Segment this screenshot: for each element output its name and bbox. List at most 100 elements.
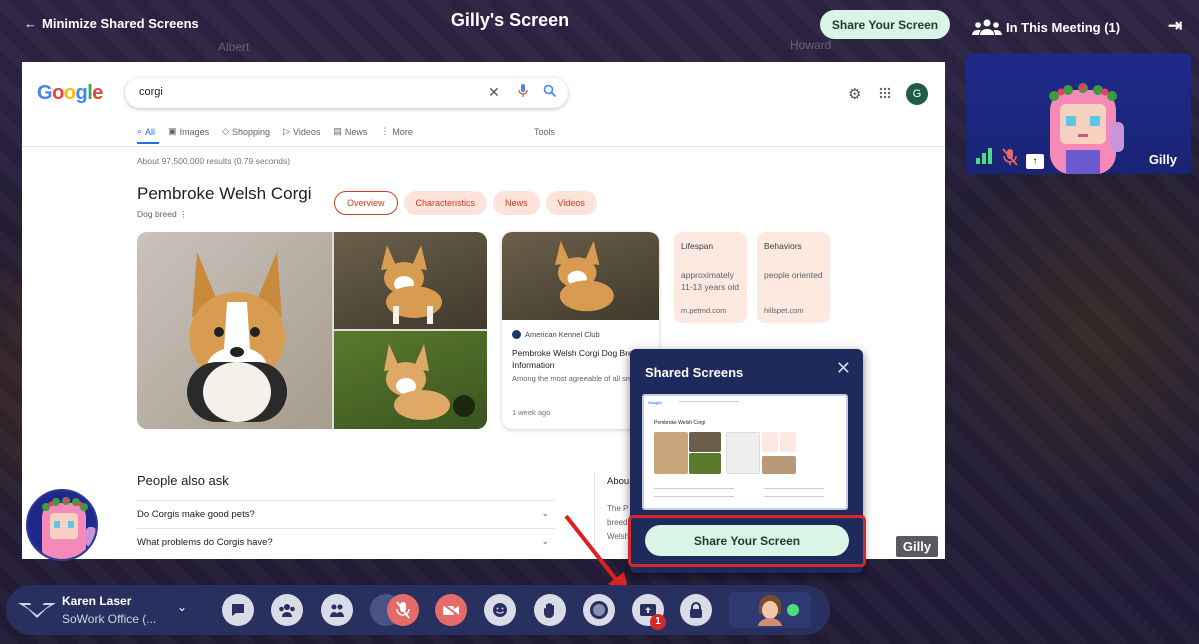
chip-videos[interactable]: Videos: [545, 191, 597, 215]
tab-more[interactable]: ⋮ More: [380, 126, 413, 137]
lock-button[interactable]: [680, 594, 712, 626]
chat-button[interactable]: [222, 594, 254, 626]
corgi-photo-top-right[interactable]: [334, 232, 487, 329]
minimize-shared-screens-link[interactable]: ← Minimize Shared Screens: [24, 16, 199, 31]
minimize-label: Minimize Shared Screens: [42, 16, 199, 31]
record-button[interactable]: [583, 594, 615, 626]
paa-item[interactable]: What problems do Corgis have? ⌄: [137, 528, 555, 556]
tab-all[interactable]: ⌕ All: [137, 126, 155, 137]
shared-screen-thumbnail[interactable]: Google Pembroke Welsh Corgi: [642, 394, 848, 510]
fact-label: Lifespan: [681, 241, 714, 251]
about-heading: Abou: [607, 476, 630, 487]
clear-search-icon[interactable]: ✕: [488, 84, 500, 101]
popover-title: Shared Screens: [645, 365, 744, 380]
contacts-icon: [330, 604, 344, 617]
people-group-icon: [972, 19, 1002, 35]
mic-muted-icon: [396, 601, 410, 619]
more-vert-icon: ⋮: [380, 126, 390, 136]
emoji-button[interactable]: [484, 594, 516, 626]
in-meeting-toggle[interactable]: In This Meeting (1): [972, 19, 1120, 35]
google-logo-mini: Google: [648, 400, 662, 405]
tab-shopping[interactable]: ◇ Shopping: [222, 126, 270, 137]
self-avatar[interactable]: [26, 489, 98, 561]
screen-share-indicator-icon: ↑: [1026, 154, 1044, 169]
thumb-image: [762, 456, 796, 474]
collapse-panel-icon[interactable]: ⇥: [1168, 16, 1182, 36]
chevron-down-icon[interactable]: ⌄: [177, 600, 187, 614]
tab-label: Images: [179, 126, 210, 137]
people-button[interactable]: [271, 594, 303, 626]
more-vert-icon[interactable]: ⋮: [179, 209, 188, 219]
search-icon: ⌕: [137, 126, 143, 136]
contacts-button[interactable]: [321, 594, 353, 626]
subtitle-text: Dog breed: [137, 209, 177, 219]
voice-search-icon[interactable]: [518, 83, 528, 99]
smile-icon: [493, 603, 507, 617]
raise-hand-button[interactable]: [534, 594, 566, 626]
hand-icon: [544, 602, 554, 618]
corgi-photo-bottom-right[interactable]: [334, 331, 487, 429]
camera-off-icon: [442, 603, 460, 617]
paa-item[interactable]: Do Corgis make good pets? ⌄: [137, 500, 555, 528]
chip-characteristics[interactable]: Characteristics: [403, 191, 488, 215]
account-avatar[interactable]: G: [906, 83, 928, 105]
image-icon: ▣: [168, 126, 177, 136]
tab-images[interactable]: ▣ Images: [168, 126, 209, 137]
chip-overview[interactable]: Overview: [334, 191, 398, 215]
participant-tile[interactable]: ↑ Gilly: [966, 54, 1191, 174]
thumb-fact: [762, 432, 778, 452]
corgi-photo: [381, 245, 442, 324]
share-your-screen-button[interactable]: Share Your Screen: [820, 10, 950, 39]
people-icon: [279, 604, 295, 617]
fact-value: approximately 11-13 years old: [681, 270, 739, 292]
gear-icon[interactable]: ⚙: [848, 85, 861, 103]
mic-muted-icon: [1002, 148, 1018, 166]
chip-news[interactable]: News: [493, 191, 540, 215]
tab-label: News: [344, 126, 368, 137]
chevron-down-icon: ⌄: [541, 508, 549, 518]
divider: [22, 146, 945, 147]
screen-owner-label: Gilly: [896, 536, 938, 557]
corgi-photo: [384, 344, 450, 420]
mic-toggle-button[interactable]: [387, 594, 419, 626]
tools-button[interactable]: Tools: [534, 127, 555, 137]
chevron-down-icon: ⌄: [541, 536, 549, 546]
thumb-image: [654, 432, 688, 474]
corgi-photo: [187, 252, 287, 422]
arrow-left-icon: ←: [24, 16, 37, 31]
apps-grid-icon[interactable]: [879, 87, 891, 99]
background-player-name: Howard: [790, 38, 832, 52]
image-expand-icon[interactable]: [453, 395, 475, 417]
lock-icon: [690, 601, 702, 618]
fact-card-behaviors[interactable]: Behaviors people oriented hillspet.com: [757, 232, 830, 323]
corgi-image-grid[interactable]: [137, 232, 487, 429]
camera-toggle-button[interactable]: [435, 594, 467, 626]
google-search-box[interactable]: corgi ✕: [125, 78, 568, 108]
google-logo: Google: [37, 82, 103, 104]
search-icon[interactable]: [543, 84, 557, 98]
participant-avatar: [1049, 83, 1124, 174]
card-source: American Kennel Club: [512, 330, 600, 339]
self-video-avatar: [758, 595, 782, 626]
corgi-photo-main[interactable]: [137, 232, 332, 429]
knowledge-panel-title: Pembroke Welsh Corgi: [137, 184, 312, 203]
record-icon: [590, 601, 608, 619]
search-query: corgi: [139, 86, 163, 98]
tab-news[interactable]: ▤ News: [333, 126, 367, 137]
popover-share-your-screen-button[interactable]: Share Your Screen: [645, 525, 849, 556]
corgi-photo: [554, 240, 614, 312]
card-source-name: American Kennel Club: [525, 330, 600, 339]
active-tab-indicator: [137, 142, 159, 144]
close-icon[interactable]: ✕: [836, 358, 851, 379]
online-status-dot: [787, 604, 799, 616]
tag-icon: ◇: [222, 126, 230, 136]
tab-videos[interactable]: ▷ Videos: [283, 126, 320, 137]
fact-card-lifespan[interactable]: Lifespan approximately 11-13 years old m…: [674, 232, 747, 323]
fact-source: hillspet.com: [764, 306, 804, 315]
thumb-card: [726, 432, 760, 474]
user-name: Karen Laser: [62, 594, 132, 608]
tab-label: All: [145, 126, 156, 137]
background-player-name: Albert: [218, 40, 250, 54]
thumb-image: [689, 432, 721, 452]
paa-question: What problems do Corgis have?: [137, 537, 273, 548]
